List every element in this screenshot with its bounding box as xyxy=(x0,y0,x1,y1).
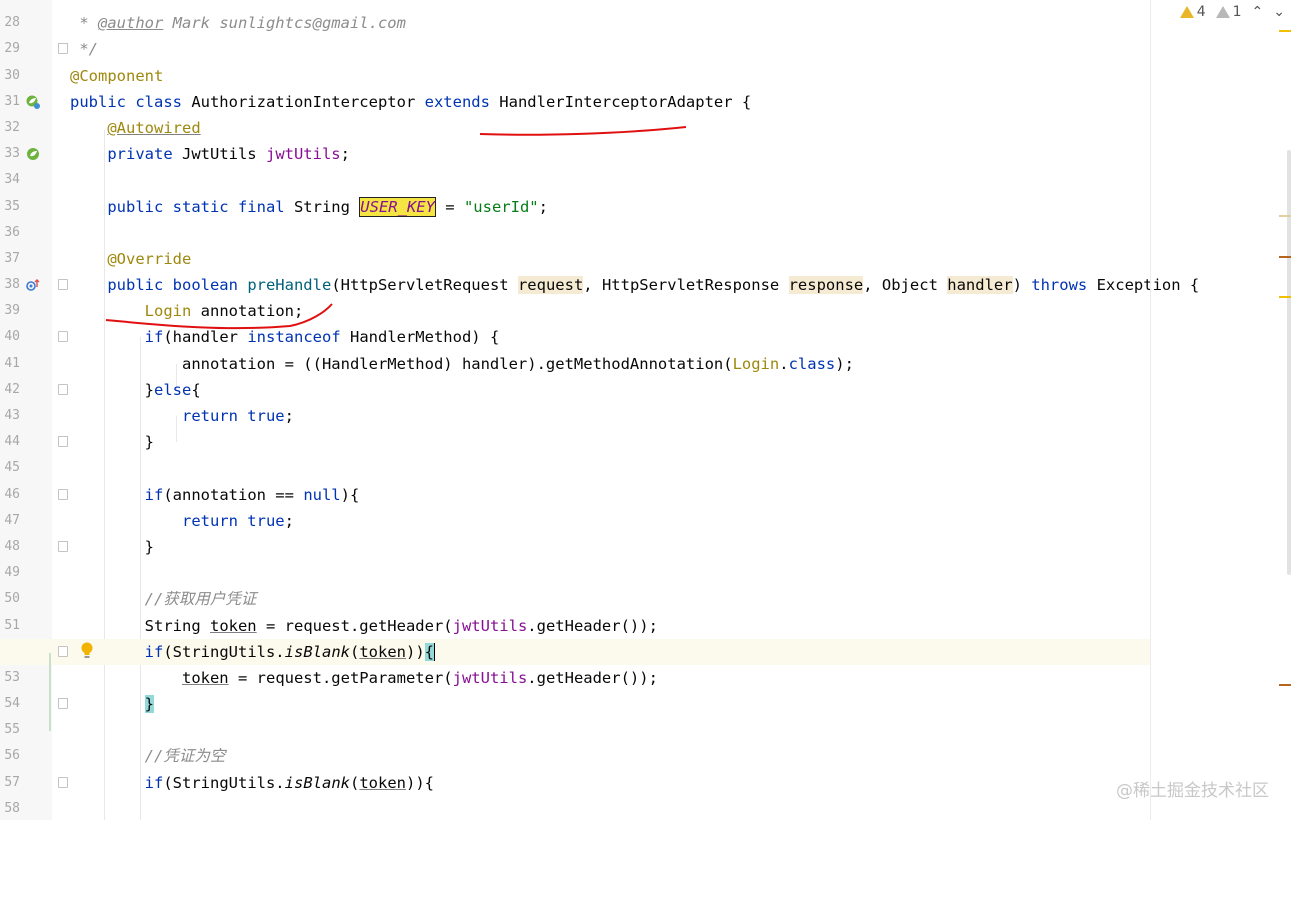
error-stripe-mark[interactable] xyxy=(1279,30,1291,32)
error-stripe-mark[interactable] xyxy=(1279,296,1291,298)
chevron-up-icon[interactable]: ⌃ xyxy=(1252,4,1264,20)
weak-warnings-count: 1 xyxy=(1232,4,1242,20)
weak-warnings-indicator[interactable]: 1 xyxy=(1215,4,1242,20)
red-underline xyxy=(479,126,687,136)
error-stripe-mark[interactable] xyxy=(1279,256,1291,258)
inspection-widget[interactable]: 4 1 ⌃ ⌄ xyxy=(1179,4,1285,20)
annotation-underlines xyxy=(105,126,687,330)
code-editor[interactable]: 28 * 29 * @author Mark sunlightcs@gmail.… xyxy=(0,0,1291,820)
warnings-indicator[interactable]: 4 xyxy=(1179,4,1206,20)
chevron-down-icon[interactable]: ⌄ xyxy=(1273,4,1285,20)
error-stripe-mark[interactable] xyxy=(1279,215,1291,217)
vertical-scrollbar[interactable] xyxy=(1287,150,1291,575)
warnings-count: 4 xyxy=(1196,4,1206,20)
red-underline xyxy=(105,303,333,330)
watermark: @稀土掘金技术社区 xyxy=(1116,781,1269,801)
editor-right-margin xyxy=(1150,0,1151,820)
error-stripe-mark[interactable] xyxy=(1279,684,1291,686)
warning-icon xyxy=(1179,6,1194,18)
weak-warning-icon xyxy=(1215,6,1230,18)
